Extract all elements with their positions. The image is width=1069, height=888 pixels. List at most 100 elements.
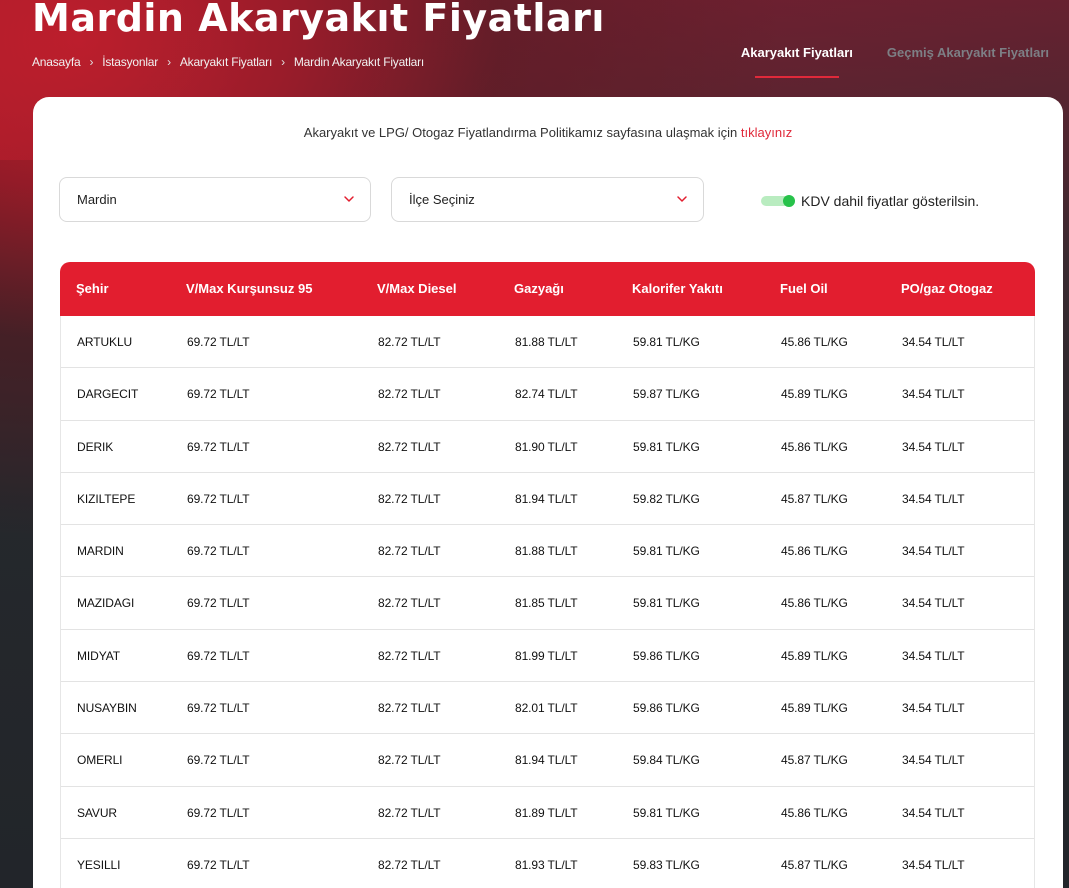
price-cell: 82.72 TL/LT (378, 491, 441, 506)
policy-link[interactable]: tıklayınız (741, 125, 792, 140)
breadcrumb-fuel-prices[interactable]: Akaryakıt Fiyatları (180, 55, 272, 69)
district-name-cell: ARTUKLU (77, 335, 133, 349)
price-cell: 45.87 TL/KG (781, 491, 848, 506)
price-cell: 82.72 TL/LT (378, 439, 441, 454)
header-kerosene: Gazyağı (514, 281, 564, 296)
header-fuel-oil: Fuel Oil (780, 281, 828, 296)
price-cell: 81.89 TL/LT (515, 805, 578, 820)
price-cell: 59.82 TL/KG (633, 491, 700, 506)
breadcrumb-current[interactable]: Mardin Akaryakıt Fiyatları (294, 55, 424, 69)
price-cell: 45.86 TL/KG (781, 805, 848, 820)
price-cell: 34.54 TL/LT (902, 544, 965, 559)
city-select-value: Mardin (77, 192, 117, 207)
page-title: Mardin Akaryakıt Fiyatları (32, 0, 605, 40)
price-cell: 45.89 TL/KG (781, 387, 848, 402)
district-name-cell: NUSAYBIN (77, 701, 137, 716)
price-cell: 34.54 TL/LT (902, 387, 965, 402)
price-cell: 81.88 TL/LT (515, 335, 578, 349)
kdv-toggle-row: KDV dahil fiyatlar gösterilsin. (761, 193, 979, 209)
price-cell: 69.72 TL/LT (187, 753, 250, 768)
header-heating-oil: Kalorifer Yakıtı (632, 281, 723, 296)
table-row: KIZILTEPE 69.72 TL/LT 82.72 TL/LT 81.94 TL/… (61, 473, 1034, 526)
price-cell: 59.81 TL/KG (633, 439, 700, 454)
header-unleaded-95: V/Max Kurşunsuz 95 (186, 281, 313, 296)
price-cell: 69.72 TL/LT (187, 701, 250, 716)
price-cell: 81.85 TL/LT (515, 596, 578, 611)
chevron-down-icon (677, 196, 687, 202)
district-name-cell: YESILLI (77, 857, 121, 872)
district-name-cell: MIDYAT (77, 648, 120, 663)
price-cell: 81.90 TL/LT (515, 439, 578, 454)
price-cell: 34.54 TL/LT (902, 805, 965, 820)
table-row: MIDYAT 69.72 TL/LT 82.72 TL/LT 81.99 TL/LT 5… (61, 630, 1034, 683)
price-cell: 45.86 TL/KG (781, 439, 848, 454)
breadcrumb-home[interactable]: Anasayfa (32, 55, 81, 69)
price-cell: 69.72 TL/LT (187, 387, 250, 402)
price-cell: 45.86 TL/KG (781, 596, 848, 611)
table-row: DERIK 69.72 TL/LT 82.72 TL/LT 81.90 TL/LT 59… (61, 421, 1034, 473)
chevron-down-icon (344, 196, 354, 202)
price-cell: 82.72 TL/LT (378, 701, 441, 716)
price-cell: 82.72 TL/LT (378, 857, 441, 872)
district-select-value: İlçe Seçiniz (409, 192, 475, 207)
price-card: Akaryakıt ve LPG/ Otogaz Fiyatlandırma P… (33, 97, 1063, 888)
price-cell: 69.72 TL/LT (187, 491, 250, 506)
price-cell: 34.54 TL/LT (902, 753, 965, 768)
table-row: OMERLI 69.72 TL/LT 82.72 TL/LT 81.94 TL/LT 5… (61, 734, 1034, 787)
breadcrumb: Anasayfa › İstasyonlar › Akaryakıt Fiyat… (32, 55, 424, 69)
price-cell: 34.54 TL/LT (902, 648, 965, 663)
header-city: Şehir (76, 281, 109, 296)
table-row: SAVUR 69.72 TL/LT 82.72 TL/LT 81.89 TL/LT 59… (61, 787, 1034, 839)
district-name-cell: OMERLI (77, 753, 123, 768)
table-row: MAZIDAGI 69.72 TL/LT 82.72 TL/LT 81.85 TL/L… (61, 577, 1034, 630)
price-cell: 34.54 TL/LT (902, 857, 965, 872)
price-cell: 45.86 TL/KG (781, 335, 848, 349)
price-cell: 45.87 TL/KG (781, 857, 848, 872)
policy-text: Akaryakıt ve LPG/ Otogaz Fiyatlandırma P… (303, 125, 741, 140)
price-cell: 82.72 TL/LT (378, 544, 441, 559)
table-header: Şehir V/Max Kurşunsuz 95 V/Max Diesel Ga… (60, 262, 1035, 316)
price-cell: 59.81 TL/KG (633, 805, 700, 820)
tab-past-fuel-prices[interactable]: Geçmiş Akaryakıt Fiyatları (887, 45, 1049, 70)
price-cell: 34.54 TL/LT (902, 596, 965, 611)
top-tabs: Akaryakıt Fiyatları Geçmiş Akaryakıt Fiy… (741, 45, 1049, 78)
price-cell: 82.72 TL/LT (378, 335, 441, 349)
kdv-toggle[interactable] (761, 195, 795, 207)
price-cell: 81.88 TL/LT (515, 544, 578, 559)
price-cell: 82.72 TL/LT (378, 753, 441, 768)
district-name-cell: DARGECIT (77, 387, 139, 402)
breadcrumb-separator: › (167, 55, 171, 69)
breadcrumb-separator: › (89, 55, 94, 69)
breadcrumb-separator: › (281, 55, 285, 69)
price-cell: 59.87 TL/KG (633, 387, 700, 402)
price-cell: 45.86 TL/KG (781, 544, 848, 559)
kdv-label: KDV dahil fiyatlar gösterilsin. (801, 193, 980, 209)
price-cell: 59.86 TL/KG (633, 701, 700, 716)
district-name-cell: KIZILTEPE (77, 491, 136, 506)
price-cell: 69.72 TL/LT (187, 596, 250, 611)
price-cell: 45.87 TL/KG (781, 753, 848, 768)
price-cell: 69.72 TL/LT (187, 648, 250, 663)
district-select[interactable]: İlçe Seçiniz (391, 177, 704, 222)
table-row: ARTUKLU 69.72 TL/LT 82.72 TL/LT 81.88 TL/LT… (61, 316, 1034, 369)
price-cell: 59.84 TL/KG (633, 753, 700, 768)
price-cell: 82.01 TL/LT (515, 701, 578, 716)
breadcrumb-stations[interactable]: İstasyonlar (102, 55, 158, 69)
table-row: MARDIN 69.72 TL/LT 82.72 TL/LT 81.88 TL/LT 5… (61, 525, 1034, 578)
district-name-cell: MAZIDAGI (77, 596, 135, 611)
tab-fuel-prices[interactable]: Akaryakıt Fiyatları (741, 45, 853, 78)
price-cell: 82.72 TL/LT (378, 596, 441, 611)
table-row: NUSAYBIN 69.72 TL/LT 82.72 TL/LT 82.01 TL/L… (61, 682, 1034, 735)
district-name-cell: DERIK (77, 439, 114, 454)
city-select[interactable]: Mardin (59, 177, 371, 222)
price-cell: 81.99 TL/LT (515, 648, 578, 663)
price-cell: 59.81 TL/KG (633, 544, 700, 559)
price-cell: 81.94 TL/LT (515, 753, 578, 768)
toggle-knob (783, 195, 795, 207)
price-cell: 82.74 TL/LT (515, 387, 578, 402)
price-cell: 59.86 TL/KG (633, 648, 700, 663)
price-cell: 34.54 TL/LT (902, 439, 965, 454)
price-cell: 69.72 TL/LT (187, 857, 250, 872)
price-cell: 69.72 TL/LT (187, 335, 250, 349)
price-cell: 59.81 TL/KG (633, 335, 700, 349)
